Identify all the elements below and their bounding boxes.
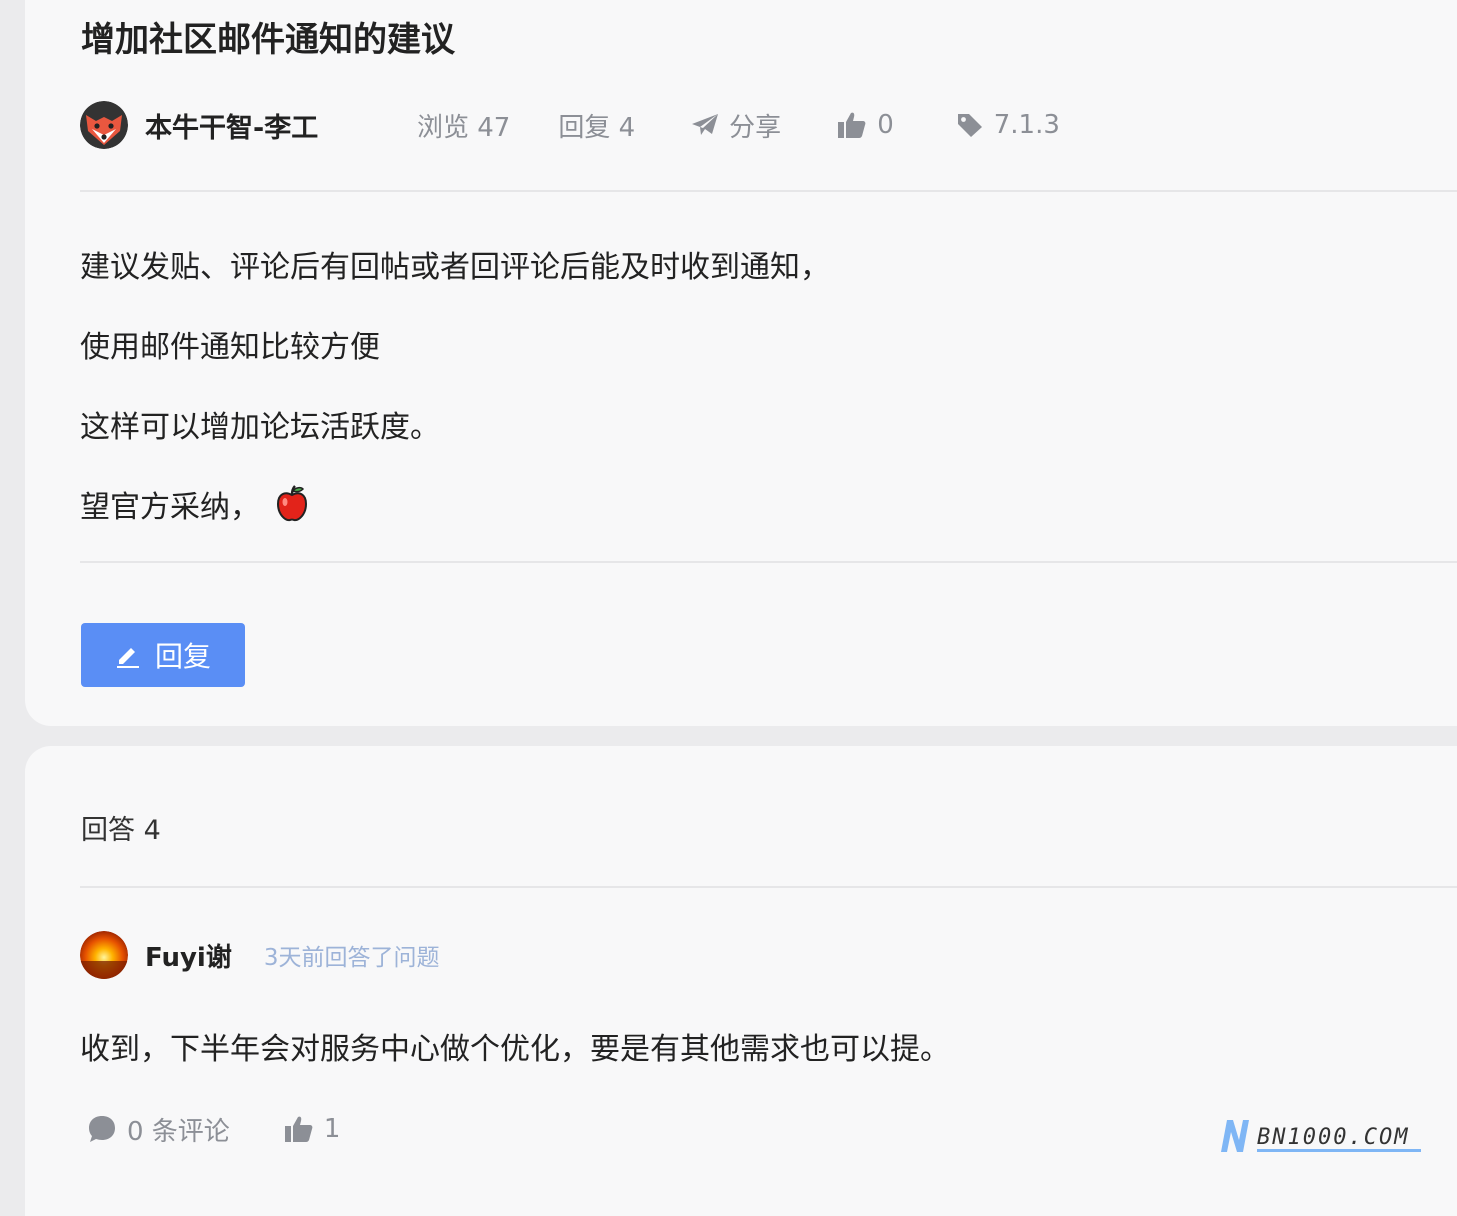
pencil-icon xyxy=(116,648,139,668)
answer-avatar[interactable] xyxy=(80,931,128,979)
answer-like-button[interactable]: 1 xyxy=(284,1114,341,1144)
question-body-line: 使用邮件通知比较方便 xyxy=(80,330,380,365)
question-body-text: 望官方采纳， xyxy=(80,490,260,525)
tag-icon xyxy=(957,114,982,137)
version-tag[interactable]: 7.1.3 xyxy=(956,110,1060,140)
author-name[interactable]: 本牛干智-李工 xyxy=(145,106,380,145)
paper-plane-icon xyxy=(692,114,719,135)
svg-text:BN1000.COM: BN1000.COM xyxy=(1257,1125,1409,1150)
answer-actions: 0 条评论 1 xyxy=(87,1108,340,1150)
comments-label: 0 条评论 xyxy=(127,1116,230,1147)
thumbs-up-icon xyxy=(838,112,866,138)
question-title: 增加社区邮件通知的建议 xyxy=(81,20,455,60)
answer-author[interactable]: Fuyi谢 xyxy=(145,937,232,974)
divider xyxy=(80,886,1457,888)
question-body-line: 这样可以增加论坛活跃度。 xyxy=(80,410,440,445)
replies-count: 回复 4 xyxy=(558,112,636,143)
answer-meta: Fuyi谢 3天前回答了问题 xyxy=(80,930,439,980)
share-label: 分享 xyxy=(729,112,782,143)
divider xyxy=(80,190,1457,192)
question-body-line: 建议发贴、评论后有回帖或者回评论后能及时收到通知， xyxy=(80,250,830,285)
views-count: 浏览 47 xyxy=(417,112,511,143)
site-watermark-logo: BN1000.COM xyxy=(1221,1120,1421,1152)
question-meta: 本牛干智-李工 浏览 47 回复 4 分享 0 7.1.3 xyxy=(80,100,1060,150)
like-button[interactable]: 0 xyxy=(837,110,894,140)
reply-button-label: 回复 xyxy=(154,640,211,673)
version-label: 7.1.3 xyxy=(993,110,1060,140)
reply-button[interactable]: 回复 xyxy=(81,623,245,687)
share-button[interactable]: 分享 xyxy=(691,107,781,144)
answers-card: 回答 4 Fuyi谢 3天前回答了问题 收到，下半年会对服务中心做个优化，要是有… xyxy=(25,746,1457,1216)
comment-bubble-icon xyxy=(89,1116,115,1142)
answers-header: 回答 4 xyxy=(81,815,161,846)
question-body-line: 望官方采纳， xyxy=(80,482,310,526)
comments-button[interactable]: 0 条评论 xyxy=(87,1111,230,1148)
answer-body: 收到，下半年会对服务中心做个优化，要是有其他需求也可以提。 xyxy=(80,1032,950,1067)
divider xyxy=(80,561,1457,563)
question-card: 增加社区邮件通知的建议 本牛干智-李工 浏览 47 回复 4 分享 0 7.1.… xyxy=(25,0,1457,726)
answer-like-count: 1 xyxy=(323,1114,341,1144)
thumbs-up-icon xyxy=(284,1116,313,1142)
apple-emoji-icon xyxy=(276,485,308,522)
like-count: 0 xyxy=(877,110,894,140)
answer-time: 3天前回答了问题 xyxy=(263,945,440,971)
author-avatar[interactable] xyxy=(80,101,128,149)
